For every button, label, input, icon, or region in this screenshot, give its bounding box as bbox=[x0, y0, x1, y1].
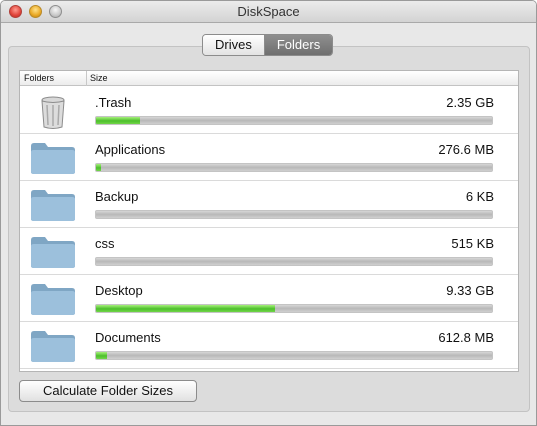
size-bar bbox=[95, 116, 493, 125]
size-bar-fill bbox=[96, 352, 107, 359]
folder-list: Folders Size .Trash 2.35 GB Applications 27… bbox=[19, 70, 519, 372]
table-row[interactable]: Backup 6 KB bbox=[20, 181, 518, 228]
folder-icon bbox=[28, 187, 78, 223]
size-bar-fill bbox=[96, 117, 140, 124]
table-row[interactable]: .Trash 2.35 GB bbox=[20, 87, 518, 134]
trash-icon bbox=[28, 93, 78, 129]
folder-size: 612.8 MB bbox=[438, 330, 494, 345]
folder-icon bbox=[28, 281, 78, 317]
list-header: Folders Size bbox=[20, 71, 518, 86]
size-bar bbox=[95, 210, 493, 219]
folder-size: 2.35 GB bbox=[446, 95, 494, 110]
folder-size: 9.33 GB bbox=[446, 283, 494, 298]
size-bar bbox=[95, 304, 493, 313]
title-bar: DiskSpace bbox=[1, 1, 536, 23]
table-row[interactable]: Applications 276.6 MB bbox=[20, 134, 518, 181]
calculate-folder-sizes-button[interactable]: Calculate Folder Sizes bbox=[19, 380, 197, 402]
size-bar bbox=[95, 163, 493, 172]
column-header-size[interactable]: Size bbox=[90, 73, 108, 83]
size-bar-fill bbox=[96, 164, 101, 171]
table-row[interactable]: Desktop 9.33 GB bbox=[20, 275, 518, 322]
tab-drives[interactable]: Drives bbox=[203, 35, 264, 55]
folder-icon bbox=[28, 328, 78, 364]
tab-folders[interactable]: Folders bbox=[263, 35, 333, 55]
folder-name: Desktop bbox=[95, 283, 143, 298]
folder-size: 6 KB bbox=[465, 189, 494, 204]
folder-icon bbox=[28, 140, 78, 176]
folder-name: Backup bbox=[95, 189, 139, 204]
folder-name: Applications bbox=[95, 142, 166, 157]
folder-name: .Trash bbox=[95, 95, 132, 110]
size-bar bbox=[95, 257, 493, 266]
folder-size: 276.6 MB bbox=[438, 142, 494, 157]
view-switcher: Drives Folders bbox=[202, 34, 334, 56]
size-bar-fill bbox=[96, 305, 275, 312]
window-title: DiskSpace bbox=[237, 4, 300, 19]
column-divider[interactable] bbox=[86, 71, 87, 86]
table-row[interactable]: Documents 612.8 MB bbox=[20, 322, 518, 369]
folder-size: 515 KB bbox=[451, 236, 494, 251]
diskspace-window: DiskSpace Drives Folders Folders Size .T… bbox=[0, 0, 537, 426]
column-header-folders[interactable]: Folders bbox=[24, 73, 54, 83]
table-row[interactable]: css 515 KB bbox=[20, 228, 518, 275]
folder-name: css bbox=[95, 236, 115, 251]
size-bar bbox=[95, 351, 493, 360]
folder-name: Documents bbox=[95, 330, 161, 345]
folder-icon bbox=[28, 234, 78, 270]
